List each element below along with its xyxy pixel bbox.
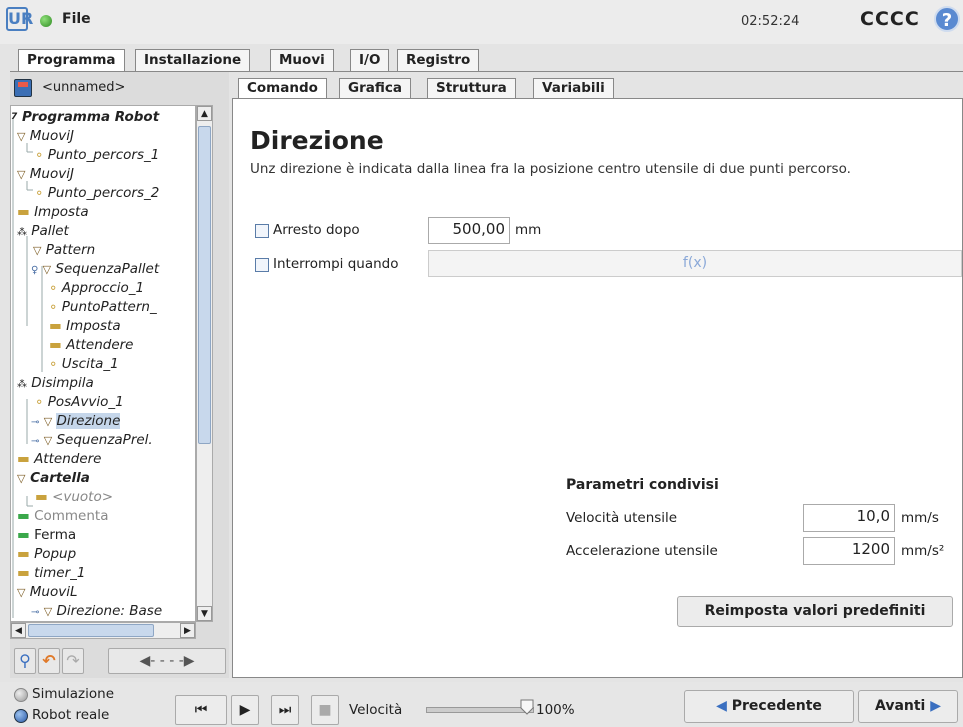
tree-node[interactable]: ▬ Ferma xyxy=(17,527,76,543)
previous-button[interactable]: ◀ Precedente xyxy=(684,690,854,723)
tree-node[interactable]: ⁂ Disimpila xyxy=(17,375,94,393)
page-description: Unz direzione è indicata dalla linea fra… xyxy=(250,161,851,177)
tree-node[interactable]: ∘ PosAvvio_1 xyxy=(35,394,124,410)
tab-installazione[interactable]: Installazione xyxy=(135,49,251,71)
tree-node[interactable]: ▽ MuoviL xyxy=(17,584,78,601)
scroll-up-icon[interactable]: ▲ xyxy=(197,106,212,121)
tree-node[interactable]: ▬ Imposta xyxy=(17,204,89,220)
stop-after-input[interactable]: 500,00 xyxy=(428,217,510,244)
tree-node[interactable]: ∘ Uscita_1 xyxy=(49,356,119,372)
tree-node[interactable]: ▬ <vuoto> xyxy=(35,489,113,505)
tree-node-root[interactable]: 7 Programma Robot xyxy=(11,109,159,125)
step-forward-icon[interactable]: ⏭ xyxy=(271,695,299,725)
search-icon[interactable]: ⚲ xyxy=(14,648,36,674)
tree-node[interactable]: ∘ Punto_percors_2 xyxy=(35,185,159,201)
scroll-left-icon[interactable]: ◀ xyxy=(11,623,26,638)
tree-node[interactable]: ⊸ ▽ Direzione: Base xyxy=(31,603,162,621)
scroll-down-icon[interactable]: ▼ xyxy=(197,606,212,621)
tree-node[interactable]: ∘ Approccio_1 xyxy=(49,280,144,296)
robot-status-icon xyxy=(40,15,52,27)
program-tree[interactable]: 7 Programma Robot ▽ MuoviJ ∘ Punto_perco… xyxy=(10,105,196,622)
help-icon[interactable]: ? xyxy=(934,6,960,32)
arrow-left-icon: ◀ xyxy=(716,698,727,714)
stop-after-unit: mm xyxy=(515,222,542,238)
tab-grafica[interactable]: Grafica xyxy=(339,78,411,98)
play-icon[interactable]: ▶ xyxy=(231,695,259,725)
command-panel xyxy=(232,98,963,678)
robot-name: CCCC xyxy=(860,8,920,30)
interrupt-label: Interrompi quando xyxy=(273,256,399,272)
tab-struttura[interactable]: Struttura xyxy=(427,78,516,98)
interrupt-expression-field[interactable]: f(x) xyxy=(428,250,962,277)
ur-logo-icon: UR xyxy=(6,7,33,31)
tool-speed-label: Velocità utensile xyxy=(566,510,678,526)
real-robot-radio[interactable] xyxy=(14,709,28,723)
stop-after-label: Arresto dopo xyxy=(273,222,360,238)
tab-comando[interactable]: Comando xyxy=(238,78,327,100)
speed-value: 100% xyxy=(536,702,575,718)
next-button[interactable]: Avanti ▶ xyxy=(858,690,958,723)
tab-programma[interactable]: Programma xyxy=(18,49,125,73)
rewind-icon[interactable]: ⏮ xyxy=(175,695,227,725)
tab-muovi[interactable]: Muovi xyxy=(270,49,334,71)
clock: 02:52:24 xyxy=(741,14,800,29)
real-robot-label: Robot reale xyxy=(32,707,110,723)
move-node-icon[interactable]: ◀- - - -▶ xyxy=(108,648,226,674)
page-title: Direzione xyxy=(250,126,384,155)
tree-node[interactable]: ∘ PuntoPattern_ xyxy=(49,299,157,315)
tool-speed-input[interactable]: 10,0 xyxy=(803,504,895,532)
tab-io[interactable]: I/O xyxy=(350,49,390,71)
interrupt-checkbox[interactable] xyxy=(255,258,269,272)
tree-node[interactable]: ▽ MuoviJ xyxy=(17,128,74,145)
tool-speed-unit: mm/s xyxy=(901,510,939,526)
tree-node[interactable]: ▬ Attendere xyxy=(49,337,133,353)
tab-registro[interactable]: Registro xyxy=(397,49,480,71)
vertical-scroll-thumb[interactable] xyxy=(198,126,211,444)
stop-after-checkbox[interactable] xyxy=(255,224,269,238)
top-bar xyxy=(0,0,963,44)
stop-icon[interactable]: ■ xyxy=(311,695,339,725)
shared-params-heading: Parametri condivisi xyxy=(566,477,719,493)
horizontal-scroll-thumb[interactable] xyxy=(28,624,154,637)
arrow-right-icon: ▶ xyxy=(930,698,942,714)
tree-node[interactable]: ▬ Attendere xyxy=(17,451,101,467)
tree-node[interactable]: ▬ Popup xyxy=(17,546,76,562)
tree-node[interactable]: ▬ Imposta xyxy=(49,318,121,334)
save-icon[interactable] xyxy=(14,79,32,97)
program-name: <unnamed> xyxy=(42,80,126,95)
tree-node[interactable]: ♀ ▽ SequenzaPallet xyxy=(31,261,159,279)
tree-node[interactable]: ▽ Cartella xyxy=(17,470,90,487)
tree-node[interactable]: ▽ Pattern xyxy=(33,242,95,259)
tree-node[interactable]: ⁂ Pallet xyxy=(17,223,69,241)
simulation-radio[interactable] xyxy=(14,688,28,702)
redo-icon[interactable]: ↷ xyxy=(62,648,84,674)
file-menu[interactable]: File xyxy=(62,11,91,27)
tool-accel-unit: mm/s² xyxy=(901,543,945,559)
tab-variabili[interactable]: Variabili xyxy=(533,78,614,98)
tree-node[interactable]: ▬ Commenta xyxy=(17,508,108,524)
speed-slider-fill xyxy=(427,708,533,712)
tree-node[interactable]: ▬ timer_1 xyxy=(17,565,85,581)
undo-icon[interactable]: ↶ xyxy=(38,648,60,674)
tree-node[interactable]: ▽ MuoviJ xyxy=(17,166,74,183)
scroll-right-icon[interactable]: ▶ xyxy=(180,623,195,638)
tree-node[interactable]: ⊸ ▽ SequenzaPrel. xyxy=(31,432,153,450)
speed-label: Velocità xyxy=(349,702,403,718)
speed-slider-thumb[interactable] xyxy=(520,699,534,715)
tree-node[interactable]: ∘ Punto_percors_1 xyxy=(35,147,159,163)
tool-accel-input[interactable]: 1200 xyxy=(803,537,895,565)
simulation-label: Simulazione xyxy=(32,686,115,702)
reset-defaults-button[interactable]: Reimposta valori predefiniti xyxy=(677,596,953,627)
tool-accel-label: Accelerazione utensile xyxy=(566,543,718,559)
tree-node-selected[interactable]: ⊸ ▽ Direzione xyxy=(31,413,121,431)
